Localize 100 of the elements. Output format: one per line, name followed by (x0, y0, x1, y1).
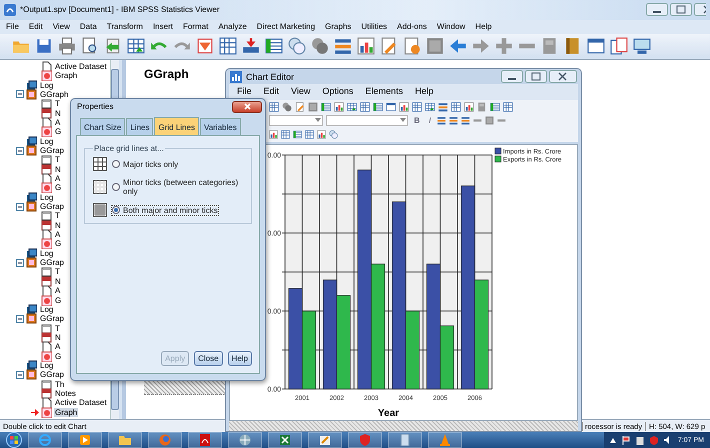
computer-icon[interactable] (633, 37, 651, 56)
close-button[interactable]: Close (194, 351, 223, 366)
bar-chart-icon[interactable] (334, 102, 344, 112)
grid-icon[interactable] (412, 102, 422, 112)
menu-item[interactable]: File (6, 22, 19, 32)
rows-icon[interactable] (321, 102, 331, 112)
outline-item[interactable]: Active Dataset (54, 398, 108, 408)
outline-item[interactable]: Graph (54, 71, 78, 80)
menu-item[interactable]: Transform (106, 22, 143, 32)
menu-item[interactable]: Format (182, 22, 208, 32)
menu-item[interactable]: Utilities (361, 22, 388, 32)
outline-item[interactable]: Log (39, 360, 54, 370)
outline-item[interactable]: T (54, 324, 61, 333)
outline-item[interactable]: G (54, 296, 62, 304)
circles-icon[interactable] (288, 37, 306, 56)
outline-item[interactable]: G (54, 239, 62, 248)
save-icon[interactable] (35, 37, 53, 56)
tab[interactable]: Grid Lines (154, 117, 199, 135)
pages-icon[interactable] (610, 37, 628, 56)
outline-item[interactable]: Log (39, 248, 54, 258)
circles-icon[interactable] (282, 102, 292, 112)
pencil-page-icon[interactable] (295, 102, 305, 112)
rows-icon[interactable] (265, 37, 283, 56)
bar-chart-icon[interactable] (399, 102, 409, 112)
menu-item[interactable]: File (237, 86, 252, 98)
collapse-icon[interactable] (16, 370, 24, 379)
outline-item[interactable]: Log (39, 304, 54, 314)
pencil-page-icon[interactable] (380, 37, 398, 56)
menu-item[interactable]: Help (475, 22, 492, 32)
printer-icon[interactable] (58, 37, 76, 56)
maximize-icon[interactable] (670, 3, 692, 16)
outline-item[interactable]: GGrap (39, 146, 66, 155)
menu-item[interactable]: Help (414, 86, 434, 98)
square-icon[interactable] (426, 37, 444, 56)
grid-icon[interactable] (503, 102, 513, 112)
maximize-icon[interactable] (525, 70, 547, 84)
outline-item[interactable]: Log (39, 136, 54, 146)
arrow-left-icon[interactable] (449, 37, 467, 56)
outline-item[interactable]: Notes (54, 388, 77, 398)
help-button[interactable]: Help (228, 351, 252, 366)
spreadsheet-icon[interactable] (279, 434, 291, 446)
bold-button[interactable]: B (411, 116, 423, 126)
window-icon[interactable] (587, 37, 605, 56)
radio-option[interactable]: Minor ticks (between categories) only (112, 178, 243, 196)
collapse-icon[interactable] (16, 146, 24, 154)
italic-button[interactable]: I (426, 116, 434, 126)
menu-item[interactable]: Graphs (325, 22, 352, 32)
collapse-icon[interactable] (16, 258, 24, 267)
outline-item[interactable]: A (54, 174, 62, 184)
outline-item[interactable]: N (54, 164, 62, 174)
outline-item[interactable]: A (54, 230, 62, 240)
tab[interactable]: Lines (126, 118, 154, 135)
menu-item[interactable]: Data (80, 22, 97, 32)
bar-chart-icon[interactable] (464, 102, 474, 112)
arrow-down-icon[interactable] (242, 37, 260, 56)
collapse-icon[interactable] (16, 314, 24, 323)
grid-icon[interactable] (305, 130, 314, 140)
bar-chart-icon[interactable] (317, 130, 326, 140)
table-icon[interactable] (347, 102, 357, 112)
tab[interactable]: Variables (200, 118, 241, 135)
flag-icon[interactable] (622, 436, 630, 445)
bar-chart-icon[interactable] (269, 130, 278, 140)
document-icon[interactable] (399, 434, 411, 446)
script-page-icon[interactable] (403, 37, 421, 56)
menu-item[interactable]: Edit (264, 86, 280, 98)
menu-item[interactable]: Elements (365, 86, 403, 98)
circles-icon[interactable] (311, 37, 329, 56)
paint-icon[interactable] (319, 434, 331, 446)
outline-item[interactable]: T (54, 267, 61, 276)
outline-item[interactable]: Th (54, 380, 66, 389)
menu-item[interactable]: Edit (28, 22, 43, 32)
grid-icon[interactable] (281, 130, 290, 140)
outline-item[interactable]: GGrap (39, 314, 66, 324)
outline-item[interactable]: G (54, 352, 62, 361)
rows-icon[interactable] (490, 102, 500, 112)
outline-item[interactable]: T (54, 99, 61, 108)
folder-icon[interactable] (119, 434, 131, 446)
square-icon[interactable] (485, 116, 494, 126)
highlight-icon[interactable] (196, 37, 214, 56)
menu-item[interactable]: Add-ons (397, 22, 427, 32)
close-icon[interactable] (694, 3, 706, 16)
outline-item[interactable]: A (54, 286, 62, 296)
close-button[interactable] (232, 100, 262, 112)
outline-item[interactable]: Active Dataset (54, 62, 108, 71)
network-icon[interactable] (239, 434, 251, 446)
minimize-icon[interactable] (501, 70, 523, 84)
outline-item[interactable]: N (54, 108, 62, 118)
outline-item[interactable]: T (54, 155, 61, 164)
outline-item[interactable]: Log (39, 192, 54, 202)
collapse-icon[interactable] (16, 202, 24, 211)
table-icon[interactable] (127, 37, 145, 56)
outline-item[interactable]: GGrap (39, 370, 66, 380)
outline-item[interactable]: A (54, 118, 62, 127)
menu-item[interactable]: Analyze (218, 22, 247, 32)
pdf-icon[interactable] (199, 434, 211, 446)
table-icon[interactable] (425, 102, 435, 112)
menu-item[interactable]: View (291, 86, 310, 98)
magnifier-page-icon[interactable] (81, 37, 99, 56)
grid-icon[interactable] (451, 102, 461, 112)
menu-item[interactable]: Options (322, 86, 354, 98)
